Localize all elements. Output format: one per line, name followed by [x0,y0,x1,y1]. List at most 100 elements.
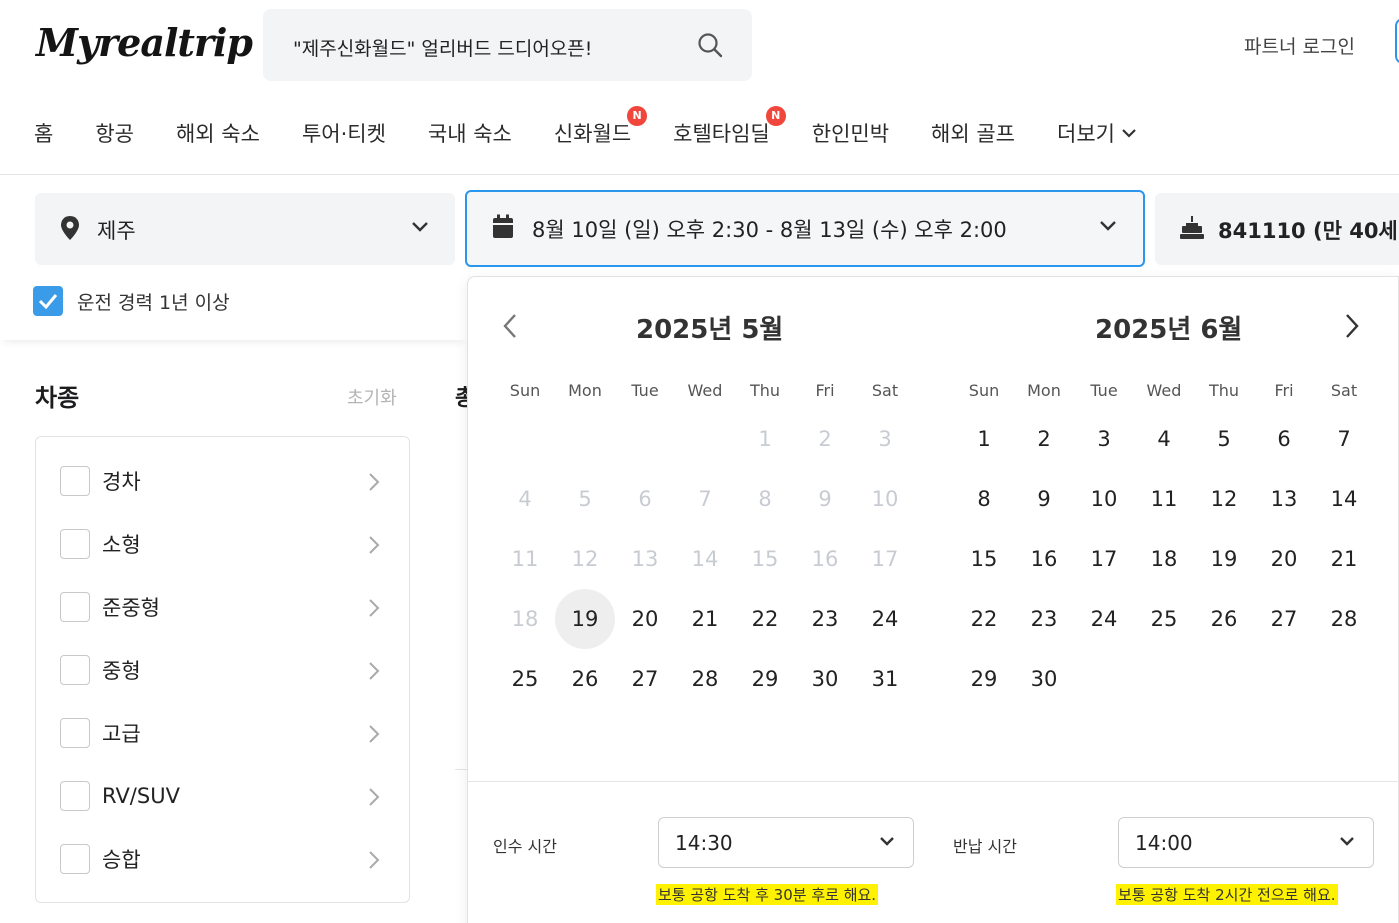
nav-item-more[interactable]: 더보기 [1057,118,1137,148]
nav-item-overseas-stay[interactable]: 해외 숙소 [176,118,260,148]
nav-item-overseas-golf[interactable]: 해외 골프 [931,118,1015,148]
logo[interactable]: Myrealtrip [36,20,253,65]
chevron-right-icon[interactable] [368,850,380,870]
calendar-day[interactable]: 27 [615,649,675,709]
calendar-day[interactable]: 26 [1194,589,1254,649]
search-query[interactable]: "제주신화월드" 얼리버드 드디어오픈! [293,34,592,61]
calendar-day[interactable]: 13 [1254,469,1314,529]
calendar-day[interactable]: 28 [675,649,735,709]
car-type-checkbox[interactable] [60,592,90,622]
chevron-right-icon[interactable] [368,535,380,555]
pickup-time-hint: 보통 공항 도착 후 30분 후로 해요. [656,884,879,905]
car-type-item[interactable]: 승합 [60,842,390,876]
nav-item-tour-ticket[interactable]: 투어·티켓 [302,118,386,148]
calendar-day[interactable]: 11 [1134,469,1194,529]
nav-item-korean-minbak[interactable]: 한인민박 [812,118,889,148]
calendar-day[interactable]: 8 [954,469,1014,529]
car-type-checkbox[interactable] [60,781,90,811]
calendar-day[interactable]: 17 [1074,529,1134,589]
chevron-right-icon[interactable] [368,661,380,681]
chevron-right-icon[interactable] [368,787,380,807]
calendar-day[interactable]: 20 [615,589,675,649]
datetime-select[interactable]: 8월 10일 (일) 오후 2:30 - 8월 13일 (수) 오후 2:00 [465,190,1145,267]
car-type-checkbox[interactable] [60,655,90,685]
car-type-checkbox[interactable] [60,844,90,874]
weekday-label: Mon [1027,381,1061,400]
car-type-item[interactable]: 고급 [60,716,390,750]
chevron-right-icon[interactable] [368,598,380,618]
calendar-day[interactable]: 5 [1194,409,1254,469]
nav-item-home[interactable]: 홈 [34,118,53,148]
calendar-day[interactable]: 21 [1314,529,1374,589]
calendar-day[interactable]: 29 [954,649,1014,709]
car-type-title: 차종 [35,384,80,412]
nav-item-shinhwa-world[interactable]: 신화월드 N [554,106,648,148]
chevron-right-icon[interactable] [368,472,380,492]
calendar-day[interactable]: 12 [1194,469,1254,529]
location-select[interactable]: 제주 [35,193,455,265]
calendar-day[interactable]: 2 [1014,409,1074,469]
calendar-day[interactable]: 10 [1074,469,1134,529]
car-type-item[interactable]: 준중형 [60,590,390,624]
weekday-label: Mon [568,381,602,400]
calendar-day[interactable]: 27 [1254,589,1314,649]
calendar-day[interactable]: 1 [954,409,1014,469]
calendar-day[interactable]: 25 [1134,589,1194,649]
nav-item-hotel-timedeal[interactable]: 호텔타임딜 N [673,106,786,148]
calendar-divider [468,781,1399,782]
calendar-day[interactable]: 4 [1134,409,1194,469]
car-type-item[interactable]: 경차 [60,464,390,498]
calendar-day[interactable]: 22 [954,589,1014,649]
weekday-label: Tue [631,381,659,400]
calendar-day[interactable]: 25 [495,649,555,709]
next-month-arrow-icon[interactable] [1344,313,1360,339]
chevron-right-icon[interactable] [368,724,380,744]
return-time-select[interactable]: 14:00 [1118,817,1374,868]
car-type-item[interactable]: 소형 [60,527,390,561]
search-icon[interactable] [696,31,724,59]
car-type-checkbox[interactable] [60,466,90,496]
partner-login-link[interactable]: 파트너 로그인 [1244,32,1355,59]
calendar-day[interactable]: 3 [1074,409,1134,469]
car-type-checkbox[interactable] [60,529,90,559]
login-button-edge[interactable] [1395,18,1399,64]
calendar-day[interactable]: 28 [1314,589,1374,649]
calendar-day[interactable]: 15 [954,529,1014,589]
pickup-time-select[interactable]: 14:30 [658,817,914,868]
driver-birth-select[interactable]: 841110 (만 40세) [1155,193,1399,265]
calendar-day[interactable]: 30 [795,649,855,709]
calendar-day[interactable]: 31 [855,649,915,709]
calendar-day[interactable]: 24 [855,589,915,649]
calendar-day[interactable]: 14 [1314,469,1374,529]
calendar-day[interactable]: 6 [1254,409,1314,469]
calendar-day[interactable]: 26 [555,649,615,709]
experience-checkbox-row[interactable]: 운전 경력 1년 이상 [33,286,230,316]
car-type-checkbox[interactable] [60,718,90,748]
search-bar[interactable]: "제주신화월드" 얼리버드 드디어오픈! [263,9,752,81]
car-type-list: 경차 소형 준중형 중형 고급 RV/SUV 승합 [35,436,410,903]
chevron-down-icon [1100,221,1116,231]
calendar-day[interactable]: 21 [675,589,735,649]
calendar-day[interactable]: 19 [555,589,615,649]
calendar-day[interactable]: 29 [735,649,795,709]
calendar-day[interactable]: 22 [735,589,795,649]
calendar-day[interactable]: 30 [1014,649,1074,709]
nav-item-domestic-stay[interactable]: 국내 숙소 [428,118,512,148]
calendar-day[interactable]: 16 [1014,529,1074,589]
car-type-item[interactable]: RV/SUV [60,779,390,813]
calendar-day[interactable]: 19 [1194,529,1254,589]
experience-checkbox[interactable] [33,286,63,316]
calendar-day[interactable]: 23 [1014,589,1074,649]
prev-month-arrow-icon[interactable] [502,313,518,339]
calendar-day[interactable]: 7 [1314,409,1374,469]
chevron-down-icon [880,837,894,846]
calendar-day[interactable]: 18 [1134,529,1194,589]
calendar-day[interactable]: 24 [1074,589,1134,649]
calendar-day[interactable]: 9 [1014,469,1074,529]
reset-button[interactable]: 초기화 [347,384,397,410]
nav-item-flights[interactable]: 항공 [95,118,134,148]
car-type-item[interactable]: 중형 [60,653,390,687]
calendar-day[interactable]: 23 [795,589,855,649]
calendar-day[interactable]: 20 [1254,529,1314,589]
pickup-time-value: 14:30 [675,831,733,855]
